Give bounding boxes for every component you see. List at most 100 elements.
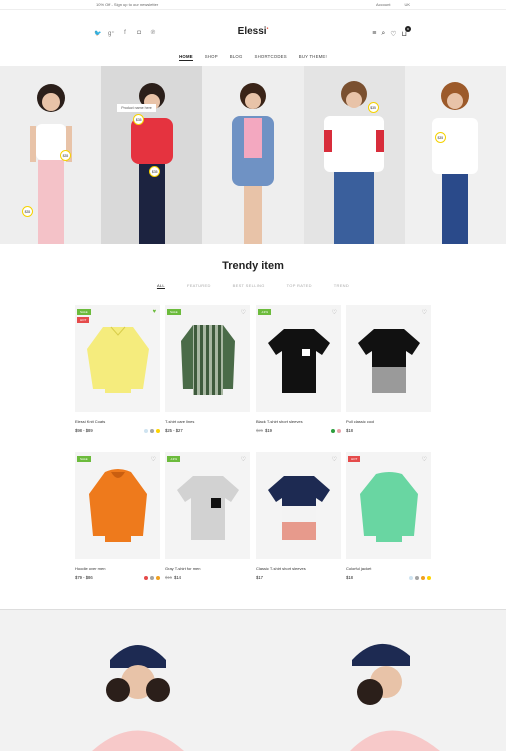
product-photo (354, 466, 424, 551)
product-card[interactable]: SALE ♡ T-shirt care lines $25 - $27 (165, 305, 250, 433)
product-image[interactable]: SALE ♡ (165, 305, 250, 412)
tab-top-rated[interactable]: TOP RATED (287, 283, 312, 288)
product-price: $17 (256, 575, 263, 580)
hero-slide-1[interactable]: $35 $35 (0, 66, 102, 244)
wishlist-heart-icon[interactable]: ♡ (422, 309, 427, 316)
swatch-list (144, 428, 160, 433)
wishlist-heart-icon[interactable]: ♡ (241, 309, 246, 316)
product-badge: SALE (77, 309, 91, 315)
color-swatch[interactable] (144, 428, 148, 433)
product-price: $79 - $86 (75, 575, 93, 580)
product-name[interactable]: Hoodie over men (75, 566, 160, 571)
nav-shortcodes[interactable]: SHORTCODES (255, 54, 287, 61)
color-swatch[interactable] (150, 575, 154, 580)
product-card[interactable]: HOT ♡ Colorful jacket $18 (346, 452, 431, 580)
promo-text[interactable]: 10% Off - Sign up to our newsletter (96, 2, 158, 7)
product-name[interactable]: Black T-shirt short sleeves (256, 419, 341, 424)
product-image[interactable]: ♡ (256, 452, 341, 559)
color-swatch[interactable] (427, 575, 431, 580)
hero-slide-3[interactable] (202, 66, 304, 244)
product-image[interactable]: -13% ♡ (165, 452, 250, 559)
product-name[interactable]: Gray T-shirt for men (165, 566, 250, 571)
swatch-list (144, 575, 160, 580)
color-swatch[interactable] (409, 575, 413, 580)
product-photo (83, 466, 153, 551)
product-card[interactable]: ♡ Classic T-shirt short sleeves $17 (256, 452, 341, 580)
language-selector[interactable]: UK (404, 2, 410, 7)
product-image[interactable]: SALE HOT ♥ (75, 305, 160, 412)
wishlist-heart-icon[interactable]: ♡ (422, 456, 427, 463)
nav-buy-theme[interactable]: BUY THEME! (299, 54, 327, 61)
product-price: $19 (265, 428, 272, 433)
color-swatch[interactable] (156, 575, 160, 580)
color-swatch[interactable] (144, 575, 148, 580)
color-swatch[interactable] (421, 575, 425, 580)
wishlist-heart-icon[interactable]: ♡ (151, 456, 156, 463)
product-card[interactable]: -13% ♡ Black T-shirt short sleeves $25 $19 (256, 305, 341, 433)
nav-shop[interactable]: SHOP (205, 54, 218, 61)
color-swatch[interactable] (150, 428, 154, 433)
product-card[interactable]: SALE ♡ Hoodie over men $79 - $86 (75, 452, 160, 580)
cart-icon[interactable]: ⊔ 0 (402, 26, 411, 38)
model-figure (232, 83, 274, 244)
wishlist-heart-icon[interactable]: ♥ (152, 309, 156, 315)
hero-lookbook: $35 $35 Product name here $35 $35 $35 $3… (0, 66, 506, 244)
banner-section (0, 609, 506, 751)
product-photo (264, 319, 334, 404)
menu-icon[interactable]: ≡ (372, 30, 376, 38)
hotspot-price[interactable]: $35 (60, 150, 71, 161)
color-swatch[interactable] (156, 428, 160, 433)
tab-best-selling[interactable]: BEST SELLING (233, 283, 265, 288)
product-name[interactable]: Classic T-shirt short sleeves (256, 566, 341, 571)
product-card[interactable]: ♡ Pull classic cool $18 (346, 305, 431, 433)
product-price: $25 - $27 (165, 428, 183, 433)
product-card[interactable]: -13% ♡ Gray T-shirt for men $15 $14 (165, 452, 250, 580)
section-title: Trendy item (222, 260, 284, 272)
site-logo[interactable]: Elessi• (0, 26, 506, 37)
product-price: $98 - $89 (75, 428, 93, 433)
model-figure (432, 82, 479, 244)
tab-featured[interactable]: FEATURED (187, 283, 211, 288)
tab-trend[interactable]: TREND (334, 283, 349, 288)
nav-home[interactable]: HOME (179, 54, 193, 61)
product-price: $14 (174, 575, 181, 580)
product-name[interactable]: T-shirt care lines (165, 419, 250, 424)
hotspot-price[interactable]: $35 (22, 206, 33, 217)
product-name[interactable]: Pull classic cool (346, 419, 431, 424)
product-name[interactable]: Elessi Knit Coats (75, 419, 160, 424)
product-badge: SALE (167, 309, 181, 315)
account-link[interactable]: Account (376, 2, 390, 7)
color-swatch[interactable] (337, 428, 341, 433)
wishlist-heart-icon[interactable]: ♡ (332, 456, 337, 463)
product-image[interactable]: HOT ♡ (346, 452, 431, 559)
nav-blog[interactable]: BLOG (230, 54, 243, 61)
product-name[interactable]: Colorful jacket (346, 566, 431, 571)
main-nav: HOME SHOP BLOG SHORTCODES BUY THEME! (0, 54, 506, 61)
swatch-list (409, 575, 431, 580)
product-image[interactable]: -13% ♡ (256, 305, 341, 412)
hotspot-price[interactable]: $35 (367, 102, 379, 113)
model-figure (130, 83, 173, 244)
product-image[interactable]: ♡ (346, 305, 431, 412)
wishlist-heart-icon[interactable]: ♡ (241, 456, 246, 463)
hero-slide-5[interactable]: $35 (404, 66, 506, 244)
swatch-list (331, 428, 341, 433)
color-swatch[interactable] (415, 575, 419, 580)
search-icon[interactable]: ⌕ (381, 30, 385, 38)
wishlist-heart-icon[interactable]: ♡ (332, 309, 337, 316)
hero-slide-2[interactable]: Product name here $35 $35 (101, 66, 203, 244)
product-card[interactable]: SALE HOT ♥ Elessi Knit Coats $98 - $89 (75, 305, 160, 433)
tab-all[interactable]: ALL (157, 283, 165, 288)
product-old-price: $25 (256, 428, 263, 433)
product-photo (264, 466, 334, 551)
color-swatch[interactable] (331, 428, 335, 433)
banner-image (0, 610, 506, 751)
top-bar: 10% Off - Sign up to our newsletter Acco… (0, 0, 506, 10)
product-badge: SALE (77, 456, 91, 462)
header-tools: ≡ ⌕ ♡ ⊔ 0 (372, 26, 411, 38)
hero-slide-4[interactable]: $35 (303, 66, 405, 244)
hotspot-price[interactable]: $35 (434, 132, 446, 143)
wishlist-icon[interactable]: ♡ (390, 30, 396, 38)
product-photo (83, 319, 153, 404)
product-image[interactable]: SALE ♡ (75, 452, 160, 559)
